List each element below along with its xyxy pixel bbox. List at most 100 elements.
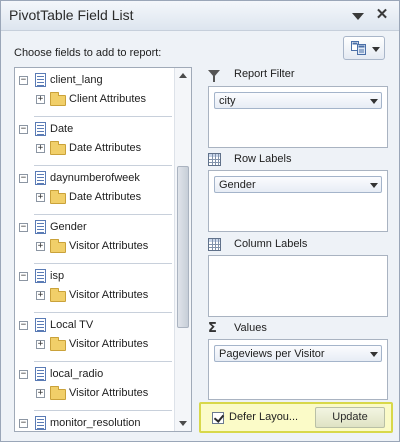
field-list[interactable]: − client_lang + Client Attributes − Date… — [14, 67, 192, 432]
field-name: local_radio — [50, 368, 104, 380]
field-row[interactable]: − Local TV — [15, 316, 175, 334]
scroll-up-icon[interactable] — [175, 68, 191, 84]
field-row[interactable]: − Date — [15, 120, 175, 138]
collapse-toggle-icon[interactable]: − — [19, 223, 28, 232]
folder-icon — [50, 337, 66, 351]
report-filter-area[interactable]: city — [208, 86, 388, 148]
chevron-down-icon[interactable] — [370, 183, 378, 188]
column-labels-area[interactable] — [208, 255, 388, 317]
field-list-layout-button[interactable] — [343, 36, 385, 60]
title-bar: PivotTable Field List ✕ — [1, 1, 399, 31]
values-label: Values — [234, 322, 267, 334]
task-pane-options-icon[interactable] — [351, 10, 365, 22]
divider — [34, 263, 172, 264]
field-child-row[interactable]: + Visitor Attributes — [15, 286, 175, 304]
collapse-toggle-icon[interactable]: − — [19, 76, 28, 85]
folder-name: Visitor Attributes — [69, 387, 149, 399]
expand-toggle-icon[interactable]: + — [36, 340, 45, 349]
folder-name: Date Attributes — [69, 191, 142, 203]
folder-icon — [50, 92, 66, 106]
scroll-down-icon[interactable] — [175, 415, 191, 431]
field-group-client-lang: − client_lang + Client Attributes — [15, 71, 175, 120]
column-grid-icon — [208, 238, 221, 251]
layout-icon — [351, 41, 366, 55]
table-icon — [35, 220, 46, 234]
folder-name: Client Attributes — [69, 93, 147, 105]
field-child-row[interactable]: + Client Attributes — [15, 90, 175, 108]
expand-toggle-icon[interactable]: + — [36, 144, 45, 153]
report-filter-header: Report Filter — [208, 67, 388, 83]
field-row[interactable]: − daynumberofweek — [15, 169, 175, 187]
collapse-toggle-icon[interactable]: − — [19, 419, 28, 428]
field-name: client_lang — [50, 74, 103, 86]
field-child-row[interactable]: + Visitor Attributes — [15, 384, 175, 402]
values-field-name: Pageviews per Visitor — [219, 348, 325, 360]
expand-toggle-icon[interactable]: + — [36, 389, 45, 398]
values-area[interactable]: Pageviews per Visitor — [208, 339, 388, 400]
report-filter-field[interactable]: city — [214, 92, 382, 109]
chevron-down-icon[interactable] — [370, 99, 378, 104]
filter-icon — [208, 70, 220, 82]
field-list-scrollbar[interactable] — [174, 68, 191, 431]
row-labels-field[interactable]: Gender — [214, 176, 382, 193]
scroll-thumb[interactable] — [177, 166, 189, 328]
field-child-row[interactable]: + Visitor Attributes — [15, 335, 175, 353]
field-child-row[interactable]: + Visitor Attributes — [15, 237, 175, 255]
collapse-toggle-icon[interactable]: − — [19, 125, 28, 134]
field-row[interactable]: − Gender — [15, 218, 175, 236]
collapse-toggle-icon[interactable]: − — [19, 370, 28, 379]
table-icon — [35, 122, 46, 136]
field-name: isp — [50, 270, 65, 282]
defer-layout-bar: Defer Layou... Update — [199, 402, 393, 433]
field-group-isp: − isp + Visitor Attributes — [15, 267, 175, 316]
field-group-monitor-resolution: − monitor_resolution — [15, 414, 175, 431]
folder-name: Date Attributes — [69, 142, 142, 154]
defer-layout-checkbox[interactable] — [212, 412, 224, 424]
field-group-local-radio: − local_radio + Visitor Attributes — [15, 365, 175, 414]
expand-toggle-icon[interactable]: + — [36, 291, 45, 300]
field-name: Local TV — [50, 319, 94, 331]
row-labels-area[interactable]: Gender — [208, 170, 388, 232]
column-labels-label: Column Labels — [234, 238, 308, 250]
collapse-toggle-icon[interactable]: − — [19, 321, 28, 330]
folder-icon — [50, 288, 66, 302]
chevron-down-icon[interactable] — [370, 352, 378, 357]
divider — [34, 361, 172, 362]
table-icon — [35, 73, 46, 87]
field-group-gender: − Gender + Visitor Attributes — [15, 218, 175, 267]
expand-toggle-icon[interactable]: + — [36, 95, 45, 104]
table-icon — [35, 367, 46, 381]
folder-icon — [50, 190, 66, 204]
update-button[interactable]: Update — [315, 407, 385, 428]
row-labels-field-name: Gender — [219, 179, 256, 191]
table-icon — [35, 416, 46, 430]
defer-layout-label[interactable]: Defer Layou... — [229, 411, 298, 423]
divider — [34, 214, 172, 215]
divider — [34, 165, 172, 166]
report-filter-field-name: city — [219, 95, 236, 107]
field-row[interactable]: − local_radio — [15, 365, 175, 383]
folder-icon — [50, 141, 66, 155]
expand-toggle-icon[interactable]: + — [36, 193, 45, 202]
collapse-toggle-icon[interactable]: − — [19, 272, 28, 281]
column-labels-header: Column Labels — [208, 237, 388, 253]
values-header: Σ Values — [208, 321, 388, 337]
folder-name: Visitor Attributes — [69, 289, 149, 301]
field-group-date: − Date + Date Attributes — [15, 120, 175, 169]
field-row[interactable]: − monitor_resolution — [15, 414, 175, 431]
field-group-daynumberofweek: − daynumberofweek + Date Attributes — [15, 169, 175, 218]
field-row[interactable]: − client_lang — [15, 71, 175, 89]
field-child-row[interactable]: + Date Attributes — [15, 139, 175, 157]
values-field[interactable]: Pageviews per Visitor — [214, 345, 382, 362]
field-child-row[interactable]: + Date Attributes — [15, 188, 175, 206]
collapse-toggle-icon[interactable]: − — [19, 174, 28, 183]
folder-name: Visitor Attributes — [69, 240, 149, 252]
field-name: Date — [50, 123, 74, 135]
close-icon[interactable]: ✕ — [374, 6, 390, 24]
chevron-down-icon — [372, 47, 380, 52]
folder-icon — [50, 239, 66, 253]
row-grid-icon — [208, 153, 221, 166]
expand-toggle-icon[interactable]: + — [36, 242, 45, 251]
report-filter-label: Report Filter — [234, 68, 295, 80]
field-row[interactable]: − isp — [15, 267, 175, 285]
